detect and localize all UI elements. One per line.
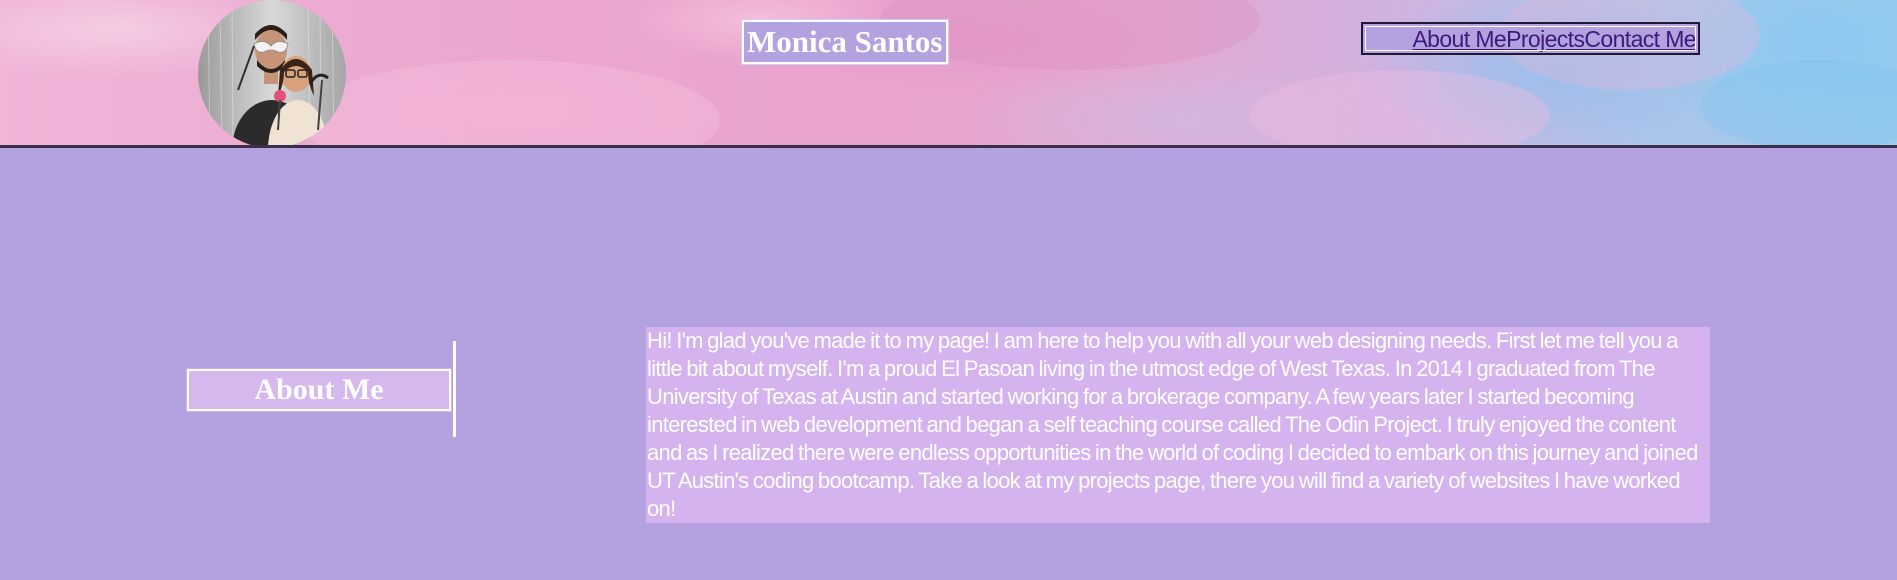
nav-link-about-me[interactable]: About Me [1412, 25, 1506, 53]
marble-swirl [300, 60, 720, 145]
about-bio-text: Hi! I'm glad you've made it to my page! … [646, 327, 1710, 523]
heading-divider [453, 341, 456, 437]
site-header: Monica Santos About Me Projects Contact Me [0, 0, 1897, 148]
marble-swirl [1250, 70, 1550, 145]
profile-photo-icon [198, 0, 346, 145]
site-title: Monica Santos [742, 20, 948, 64]
nav-link-contact-me[interactable]: Contact Me [1584, 25, 1696, 53]
about-heading: About Me [186, 368, 452, 412]
page: Monica Santos About Me Projects Contact Me… [0, 0, 1897, 580]
nav-link-projects[interactable]: Projects [1506, 25, 1585, 53]
avatar [198, 0, 346, 145]
marble-swirl [1700, 60, 1897, 145]
main-nav: About Me Projects Contact Me [1361, 22, 1700, 55]
